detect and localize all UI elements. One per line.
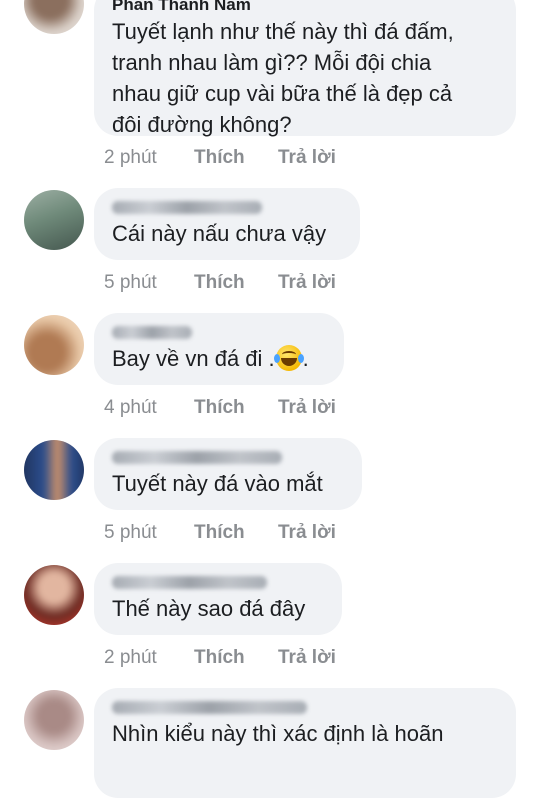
avatar-image (24, 565, 84, 625)
avatar[interactable] (24, 690, 84, 750)
reply-button[interactable]: Trả lời (278, 520, 336, 546)
avatar[interactable] (24, 440, 84, 500)
like-button[interactable]: Thích (194, 520, 245, 546)
avatar[interactable] (24, 315, 84, 375)
commenter-name[interactable] (112, 446, 344, 468)
comment-bubble: Tuyết này đá vào mắt (94, 438, 362, 510)
comment-bubble: Cái này nấu chưa vậy (94, 188, 360, 260)
tears-of-joy-emoji (273, 345, 304, 371)
like-button[interactable]: Thích (194, 145, 245, 171)
like-button[interactable]: Thích (194, 270, 245, 296)
comment-bubble: Thế này sao đá đây (94, 563, 342, 635)
commenter-name[interactable] (112, 196, 342, 218)
comment-text: Bay về vn đá đi .. (112, 343, 326, 374)
avatar-image (24, 315, 84, 375)
comment-text: Tuyết lạnh như thế này thì đá đấm, tranh… (112, 19, 454, 137)
avatar[interactable] (24, 0, 84, 34)
reply-button[interactable]: Trả lời (278, 645, 336, 671)
commenter-name[interactable] (112, 571, 324, 593)
reply-button[interactable]: Trả lời (278, 395, 336, 421)
like-button[interactable]: Thích (194, 395, 245, 421)
comment-time[interactable]: 5 phút (104, 520, 157, 546)
reply-button[interactable]: Trả lời (278, 270, 336, 296)
avatar-image (24, 690, 84, 750)
avatar[interactable] (24, 565, 84, 625)
avatar[interactable] (24, 190, 84, 250)
like-button[interactable]: Thích (194, 645, 245, 671)
comment-text: Tuyết này đá vào mắt (112, 471, 323, 496)
comment-text: Thế này sao đá đây (112, 596, 306, 621)
avatar-image (24, 440, 84, 500)
avatar-image (24, 0, 84, 34)
comment-text: Nhìn kiểu này thì xác định là hoãn (112, 721, 444, 746)
comment-time[interactable]: 5 phút (104, 270, 157, 296)
comment-time[interactable]: 4 phút (104, 395, 157, 421)
comment-bubble: Phan Thanh Nam Tuyết lạnh như thế này th… (94, 0, 516, 137)
commenter-name[interactable] (112, 321, 326, 343)
comment-time[interactable]: 2 phút (104, 145, 157, 171)
commenter-name[interactable]: Phan Thanh Nam (112, 0, 498, 16)
comment-text-main: Bay về vn đá đi . (112, 346, 275, 371)
commenter-name[interactable] (112, 696, 498, 718)
avatar-image (24, 190, 84, 250)
comment-bubble: Bay về vn đá đi .. (94, 313, 344, 385)
comment-bubble: Nhìn kiểu này thì xác định là hoãn (94, 688, 516, 798)
reply-button[interactable]: Trả lời (278, 145, 336, 171)
comment-time[interactable]: 2 phút (104, 645, 157, 671)
comment-text: Cái này nấu chưa vậy (112, 221, 327, 246)
